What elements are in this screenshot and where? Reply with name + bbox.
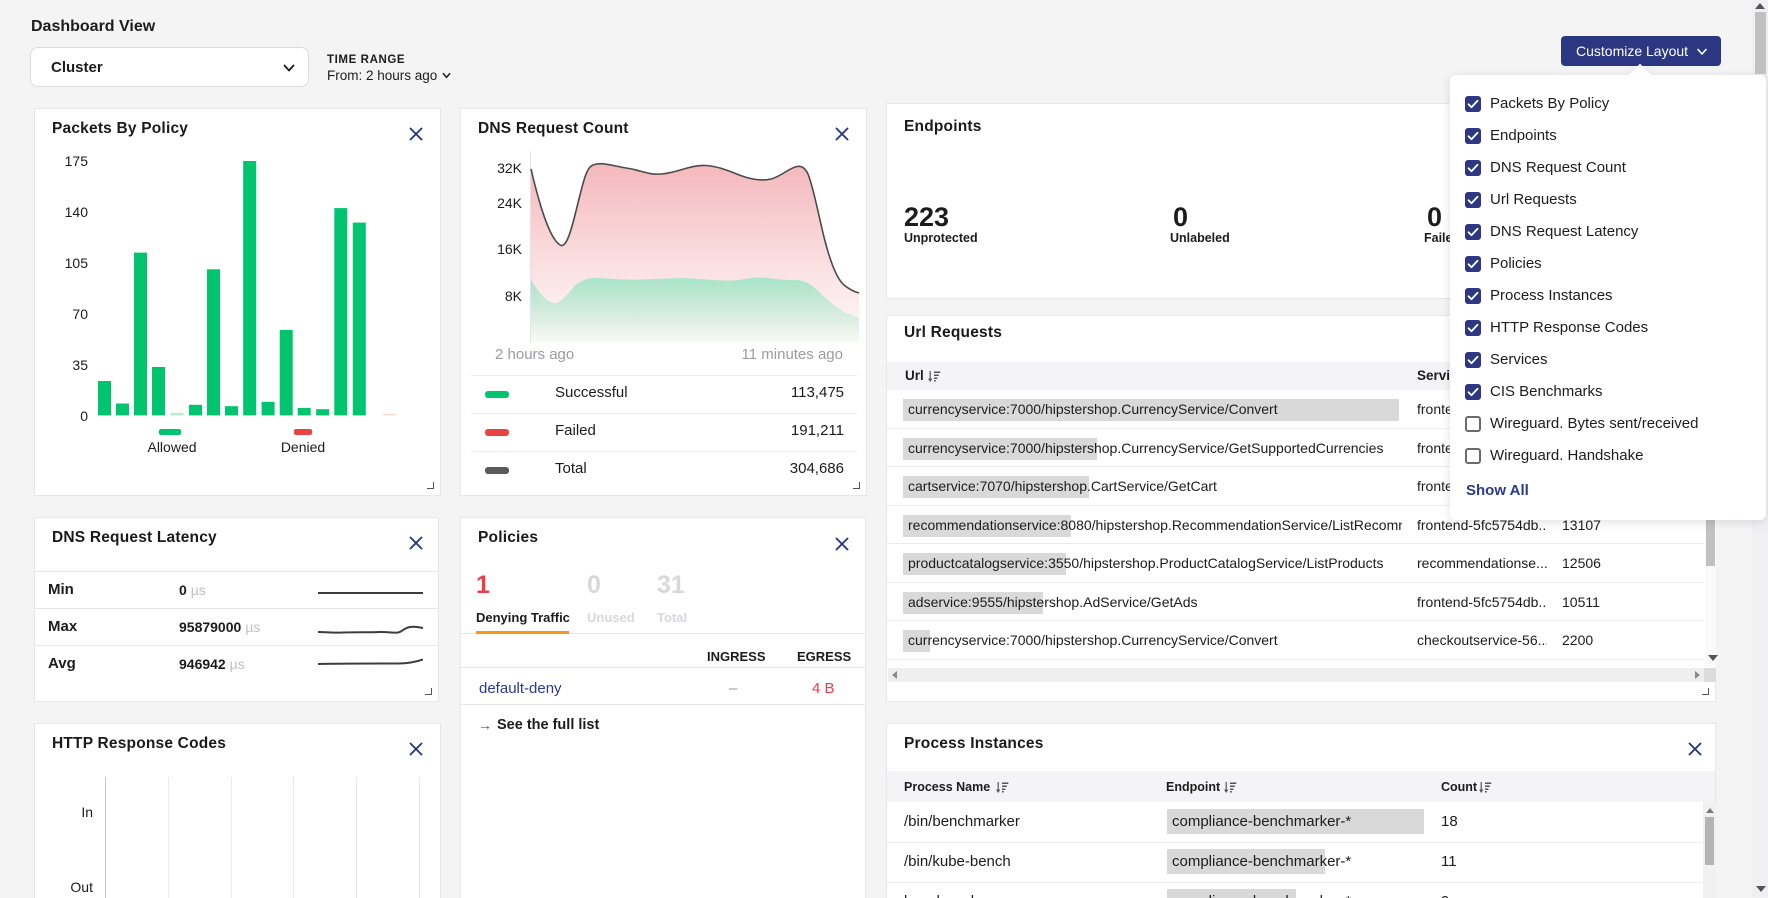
svg-text:16K: 16K	[497, 241, 523, 257]
svg-text:35: 35	[72, 357, 88, 373]
svg-text:Denied: Denied	[281, 439, 325, 455]
svg-text:11 minutes ago: 11 minutes ago	[742, 346, 843, 363]
svg-text:70: 70	[72, 306, 88, 322]
svg-text:32K: 32K	[497, 160, 523, 176]
svg-text:Allowed: Allowed	[147, 439, 196, 455]
svg-text:8K: 8K	[505, 288, 523, 304]
svg-text:24K: 24K	[497, 195, 523, 211]
svg-text:105: 105	[65, 255, 89, 271]
svg-text:0: 0	[80, 408, 88, 424]
svg-text:140: 140	[65, 204, 89, 220]
svg-text:2 hours ago: 2 hours ago	[495, 346, 574, 363]
svg-text:175: 175	[65, 153, 89, 169]
